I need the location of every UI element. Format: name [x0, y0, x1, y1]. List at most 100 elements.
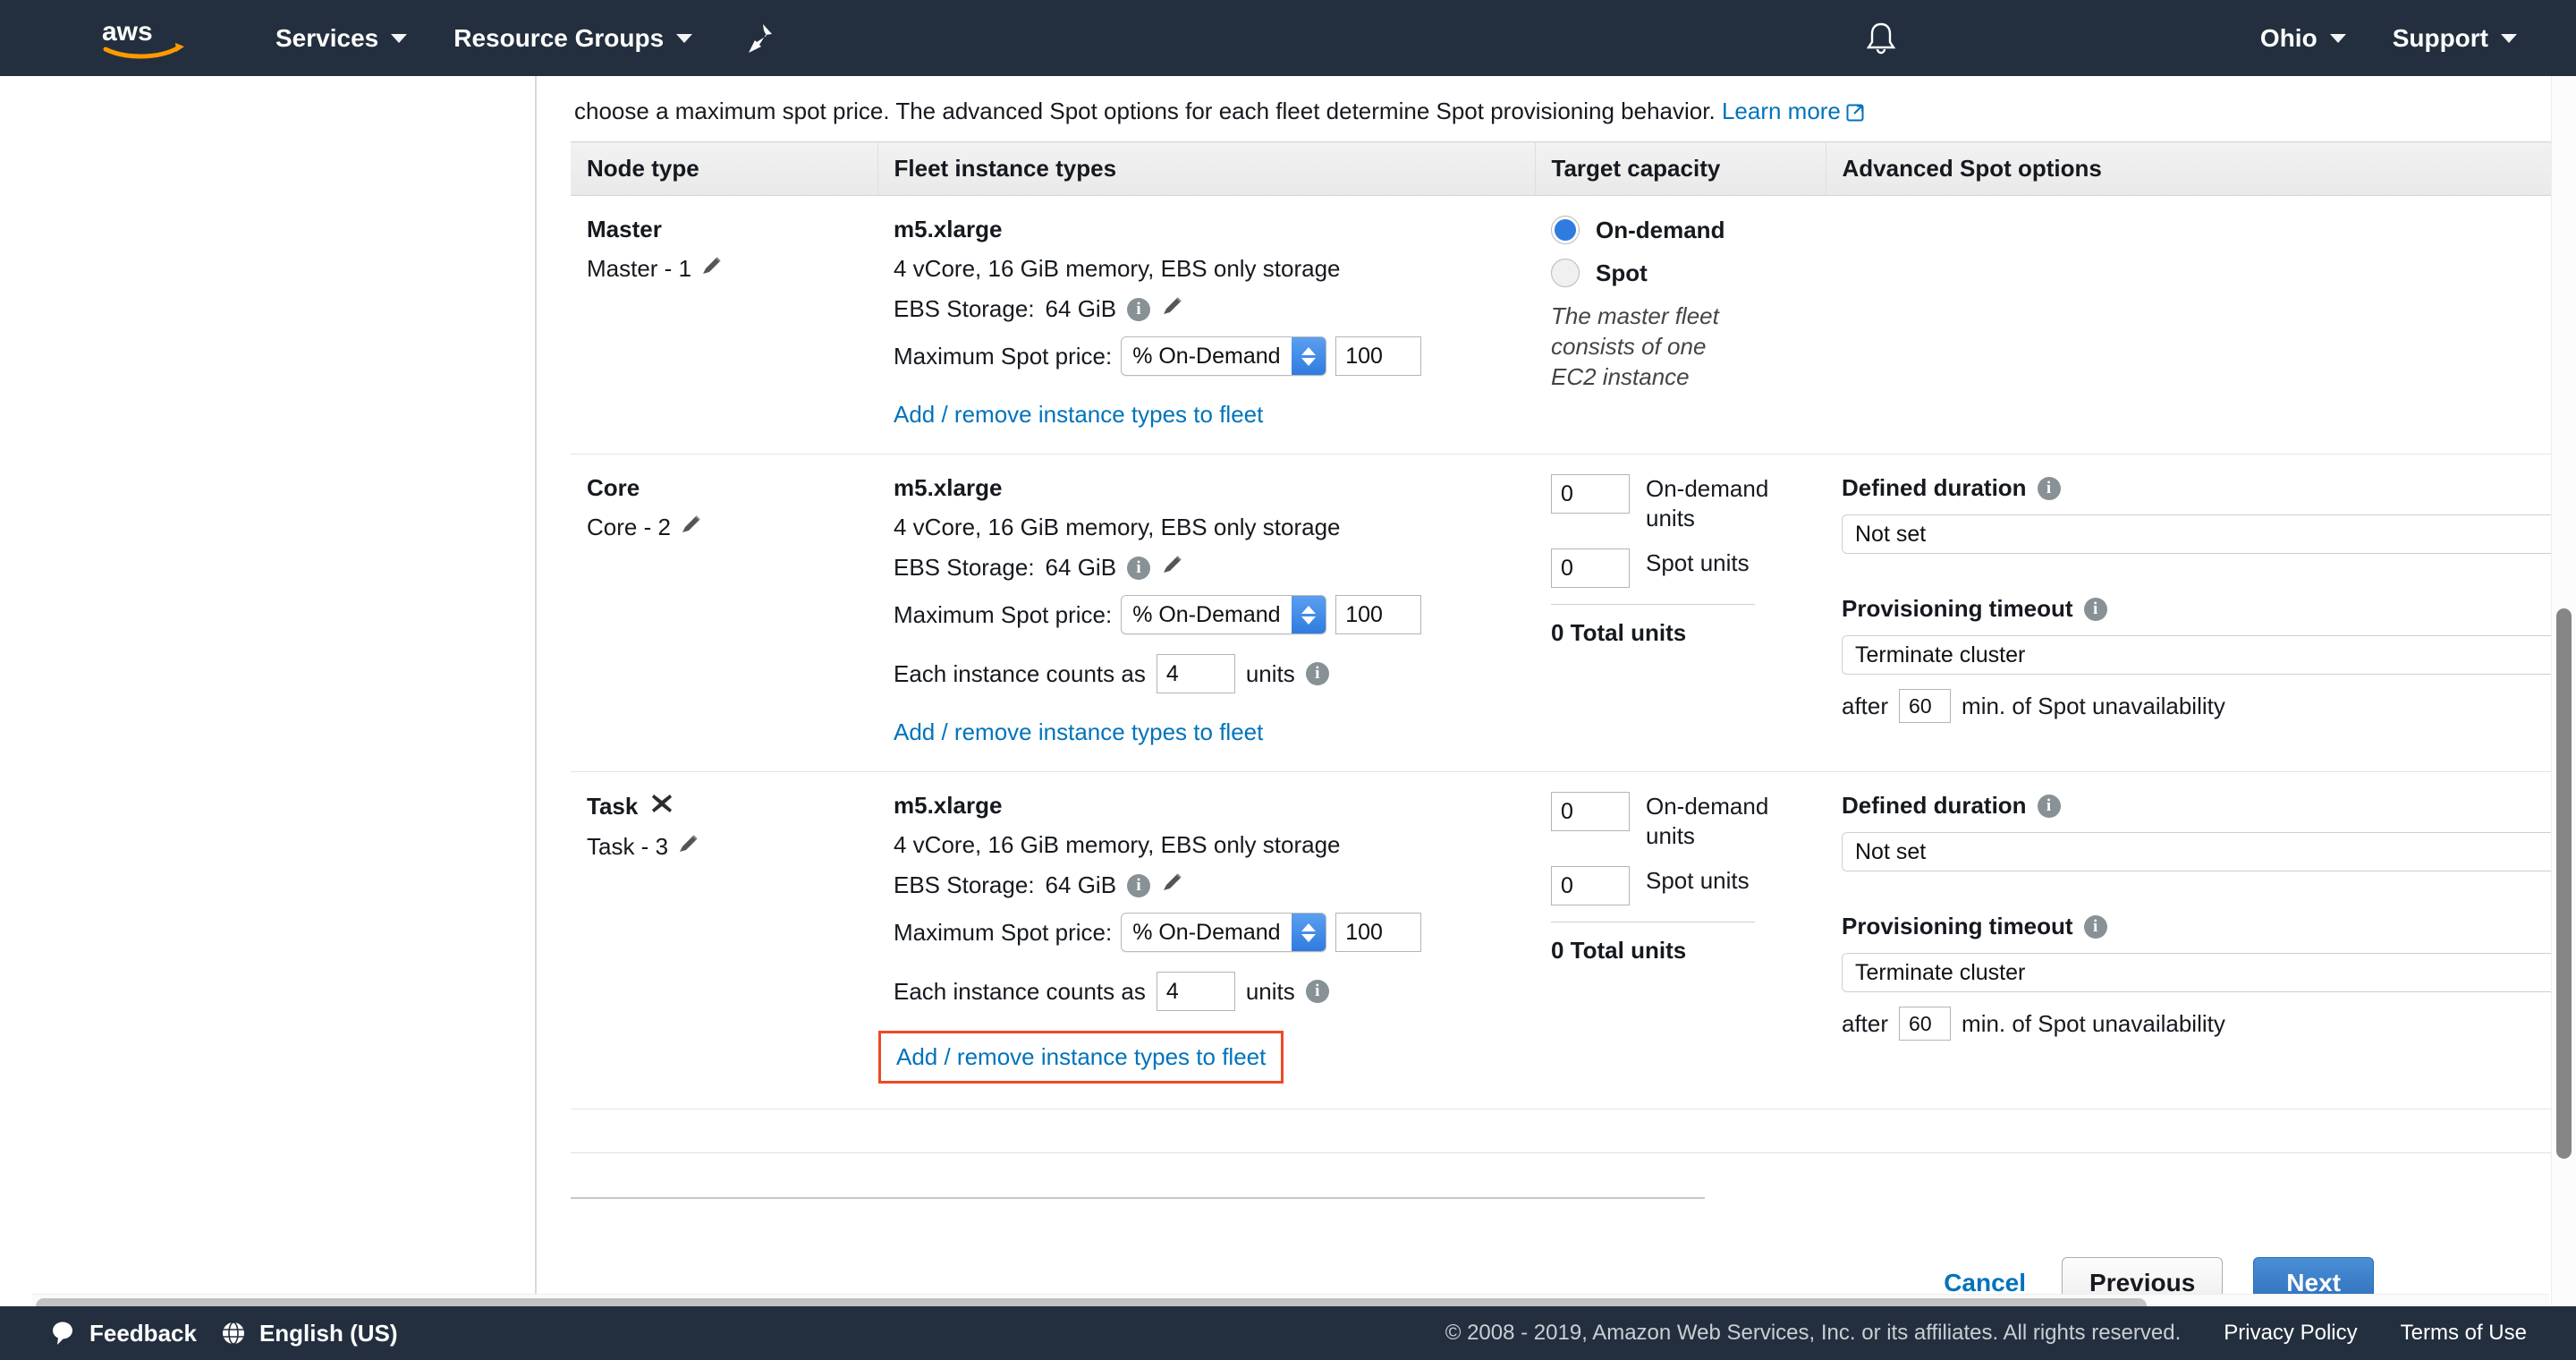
spot-price-input[interactable]	[1335, 913, 1422, 952]
spot-units-input[interactable]	[1551, 866, 1630, 905]
total-units-label: 0 Total units	[1551, 619, 1687, 646]
on-demand-units-label: On-demand units	[1646, 475, 1769, 531]
stepper-icon[interactable]	[1292, 596, 1326, 633]
on-demand-units-input[interactable]	[1551, 474, 1630, 514]
nav-resource-groups[interactable]: Resource Groups	[430, 0, 716, 76]
radio-option-on-demand[interactable]: On-demand	[1551, 216, 1826, 244]
info-icon[interactable]: i	[2083, 914, 2107, 939]
stepper-icon[interactable]	[1292, 337, 1326, 375]
ebs-storage-label: EBS Storage:	[894, 295, 1035, 322]
feedback-button[interactable]: Feedback	[50, 1320, 197, 1347]
edit-pencil-icon[interactable]	[700, 254, 724, 284]
column-header-target-capacity: Target capacity	[1535, 141, 1826, 196]
notifications-bell-button[interactable]	[1865, 0, 1897, 76]
node-title-task: Task	[587, 792, 877, 821]
node-type-cell-core: Core Core - 2	[571, 454, 877, 772]
timeout-duration-line: after min. of Spot unavailability	[1842, 689, 2558, 723]
vertical-scrollbar-track[interactable]	[2551, 76, 2576, 1306]
ebs-storage-label: EBS Storage:	[894, 554, 1035, 581]
intro-text: choose a maximum spot price. The advance…	[574, 98, 1716, 124]
table-row: Task Task - 3 m5.xlarge 4 vCore, 16 GiB …	[571, 771, 2558, 1109]
aws-logo[interactable]: aws	[100, 17, 190, 60]
spot-price-unit-select[interactable]: % On-Demand	[1121, 595, 1327, 634]
edit-pencil-icon[interactable]	[1161, 871, 1184, 900]
defined-duration-value: Not set	[1855, 521, 1927, 547]
pin-icon[interactable]	[742, 21, 778, 56]
instance-units-input[interactable]	[1156, 654, 1235, 693]
main-content: choose a maximum spot price. The advance…	[538, 76, 2558, 1306]
spot-price-input[interactable]	[1335, 595, 1422, 634]
provisioning-timeout-select[interactable]: Terminate cluster	[1842, 635, 2558, 675]
ebs-storage-value: 64 GiB	[1045, 554, 1117, 581]
info-icon[interactable]: i	[1127, 873, 1151, 897]
vertical-scrollbar-thumb[interactable]	[2556, 608, 2572, 1159]
on-demand-units-input[interactable]	[1551, 792, 1630, 831]
timeout-minutes-input[interactable]	[1899, 689, 1952, 723]
spot-price-input[interactable]	[1335, 336, 1422, 376]
info-icon[interactable]: i	[2037, 794, 2061, 818]
spot-price-unit-select[interactable]: % On-Demand	[1121, 336, 1327, 376]
privacy-policy-link[interactable]: Privacy Policy	[2224, 1321, 2357, 1346]
node-type-cell-task: Task Task - 3	[571, 771, 877, 1109]
instance-units-input[interactable]	[1156, 972, 1235, 1011]
edit-pencil-icon[interactable]	[677, 832, 700, 862]
add-remove-instance-types-link[interactable]: Add / remove instance types to fleet	[894, 718, 1263, 746]
spot-units-input[interactable]	[1551, 548, 1630, 588]
learn-more-link[interactable]: Learn more	[1722, 98, 1841, 124]
nav-support-label: Support	[2392, 23, 2488, 52]
ebs-storage-line: EBS Storage: 64 GiB i	[894, 553, 1535, 582]
spot-units-label: Spot units	[1646, 549, 1750, 576]
nav-region-label: Ohio	[2259, 23, 2318, 52]
edit-pencil-icon[interactable]	[1161, 294, 1184, 324]
nav-resource-groups-label: Resource Groups	[453, 23, 665, 52]
edit-pencil-icon[interactable]	[680, 513, 703, 542]
nav-region-selector[interactable]: Ohio	[2237, 0, 2369, 76]
radio-on-demand-label: On-demand	[1596, 216, 1725, 243]
info-icon[interactable]: i	[1305, 980, 1329, 1003]
defined-duration-select[interactable]: Not set	[1842, 514, 2558, 554]
instance-units-prefix: Each instance counts as	[894, 977, 1146, 1005]
remove-task-fleet-icon[interactable]	[650, 792, 674, 821]
master-fleet-note: The master fleet consists of one EC2 ins…	[1551, 302, 1719, 390]
column-header-fleet-instance-types: Fleet instance types	[877, 141, 1536, 196]
provisioning-timeout-label: Provisioning timeout	[1842, 595, 2073, 622]
column-header-node-type: Node type	[571, 141, 878, 196]
radio-spot-label: Spot	[1596, 259, 1648, 286]
edit-pencil-icon[interactable]	[1161, 553, 1184, 582]
info-icon[interactable]: i	[1127, 297, 1151, 321]
instance-units-line: Each instance counts as units i	[894, 972, 1535, 1011]
ebs-storage-value: 64 GiB	[1045, 871, 1117, 898]
nav-services[interactable]: Services	[252, 0, 430, 76]
target-capacity-cell-core: On-demand units Spot units 0 Total units	[1535, 454, 1826, 772]
add-remove-instance-types-link[interactable]: Add / remove instance types to fleet	[894, 401, 1263, 429]
defined-duration-select[interactable]: Not set	[1842, 832, 2558, 871]
radio-spot-icon[interactable]	[1551, 259, 1580, 287]
node-subtitle-task: Task - 3	[587, 832, 877, 862]
info-icon[interactable]: i	[1127, 556, 1151, 580]
spot-price-unit-select[interactable]: % On-Demand	[1121, 913, 1327, 952]
provisioning-timeout-value: Terminate cluster	[1855, 642, 2026, 667]
defined-duration-label: Defined duration	[1842, 474, 2027, 501]
provisioning-timeout-select[interactable]: Terminate cluster	[1842, 953, 2558, 992]
info-icon[interactable]: i	[2037, 476, 2061, 500]
nav-support[interactable]: Support	[2369, 0, 2540, 76]
info-icon[interactable]: i	[2083, 597, 2107, 621]
info-icon[interactable]: i	[1305, 662, 1329, 685]
timeout-minutes-input[interactable]	[1899, 1007, 1952, 1041]
radio-option-spot[interactable]: Spot	[1551, 259, 1826, 287]
top-navigation-bar: aws Services Resource Groups Ohio Suppor…	[0, 0, 2576, 76]
node-subtitle-label: Core - 2	[587, 514, 671, 540]
chevron-down-icon	[676, 33, 693, 43]
target-capacity-cell-task: On-demand units Spot units 0 Total units	[1535, 771, 1826, 1109]
ebs-storage-line: EBS Storage: 64 GiB i	[894, 294, 1535, 324]
stepper-icon[interactable]	[1292, 914, 1326, 951]
defined-duration-heading: Defined duration i	[1842, 792, 2558, 820]
radio-on-demand-icon[interactable]	[1551, 216, 1580, 244]
add-remove-instance-types-link[interactable]: Add / remove instance types to fleet	[878, 1031, 1284, 1084]
instance-spec: 4 vCore, 16 GiB memory, EBS only storage	[894, 255, 1341, 282]
language-selector[interactable]: English (US)	[220, 1320, 398, 1347]
maximum-spot-price-label: Maximum Spot price:	[894, 342, 1113, 370]
terms-of-use-link[interactable]: Terms of Use	[2401, 1321, 2527, 1346]
feedback-label: Feedback	[89, 1319, 197, 1347]
defined-duration-heading: Defined duration i	[1842, 474, 2558, 502]
